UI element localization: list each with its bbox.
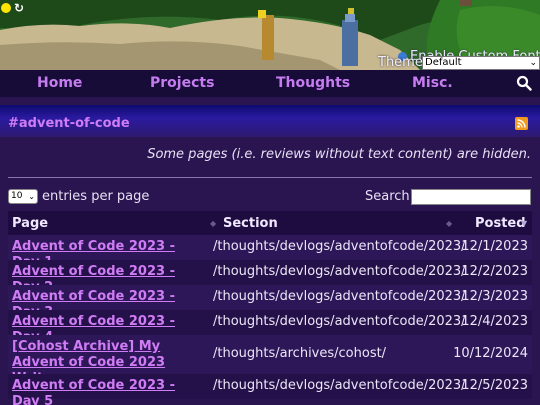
table-row: Advent of Code 2023 - Day 3 /thoughts/de… [8,285,532,320]
pages-table: Page ◆ Section ◆ Posted ▼ Advent of Code… [8,211,532,405]
posted-cell: 12/2/2023 [461,264,528,279]
refresh-icon[interactable]: ↻ [14,1,24,15]
posted-cell: 12/5/2023 [461,378,528,393]
table-row: [Cohost Archive] My Advent of Code 2023 … [8,335,532,386]
sort-desc-icon[interactable]: ▼ [521,219,527,228]
posted-cell: 12/1/2023 [461,239,528,254]
header-banner: ↻ Enable Custom Fonts Theme: Default ⌄ [0,0,540,70]
section-cell: /thoughts/archives/cohost/ [213,346,387,361]
chevron-down-icon: ⌄ [529,58,537,68]
entries-per-page-select[interactable]: 10 ⌄ [8,189,38,204]
table-row: Advent of Code 2023 - Day 1 /thoughts/de… [8,235,532,270]
entries-select-value: 10 [11,191,23,201]
section-cell: /thoughts/devlogs/adventofcode/2023/ [213,239,466,254]
search-icon[interactable] [516,75,532,91]
header-section[interactable]: Section [223,216,278,231]
entries-control: 10 ⌄ entries per page [8,189,149,204]
page-link[interactable]: Advent of Code 2023 - Day 5 [12,378,202,405]
nav-thoughts[interactable]: Thoughts [276,75,350,91]
table-row: Advent of Code 2023 - Day 5 /thoughts/de… [8,374,532,405]
search-label: Search: [365,189,415,204]
tag-header: #advent-of-code [0,105,540,137]
sort-icon[interactable]: ◆ [210,219,216,228]
divider [8,177,532,178]
nav-projects[interactable]: Projects [150,75,214,91]
nav-home[interactable]: Home [37,75,82,91]
hidden-pages-note: Some pages (i.e. reviews without text co… [147,147,531,162]
page-title: #advent-of-code [8,116,130,131]
section-cell: /thoughts/devlogs/adventofcode/2023/ [213,314,466,329]
entries-label: entries per page [42,189,150,204]
theme-select[interactable]: Default ⌄ [422,56,540,70]
header-page[interactable]: Page [12,216,48,231]
main-nav: Home Projects Thoughts Misc. [0,70,540,97]
table-body: Advent of Code 2023 - Day 1 /thoughts/de… [8,235,532,405]
nav-misc[interactable]: Misc. [412,75,453,91]
sun-icon[interactable] [1,3,11,13]
section-cell: /thoughts/devlogs/adventofcode/2023/ [213,378,466,393]
table-row: Advent of Code 2023 - Day 2 /thoughts/de… [8,260,532,295]
section-cell: /thoughts/devlogs/adventofcode/2023/ [213,289,466,304]
chevron-down-icon: ⌄ [28,192,35,201]
section-cell: /thoughts/devlogs/adventofcode/2023/ [213,264,466,279]
sort-icon[interactable]: ◆ [446,219,452,228]
header-posted[interactable]: Posted [475,216,526,231]
posted-cell: 12/4/2023 [461,314,528,329]
theme-label: Theme: [378,55,428,70]
table-row: Advent of Code 2023 - Day 4 /thoughts/de… [8,310,532,345]
posted-cell: 10/12/2024 [453,346,528,361]
rss-icon[interactable] [515,117,528,130]
table-header: Page ◆ Section ◆ Posted ▼ [8,211,532,235]
posted-cell: 12/3/2023 [461,289,528,304]
search-input[interactable] [411,189,531,205]
theme-select-value: Default [425,57,462,68]
